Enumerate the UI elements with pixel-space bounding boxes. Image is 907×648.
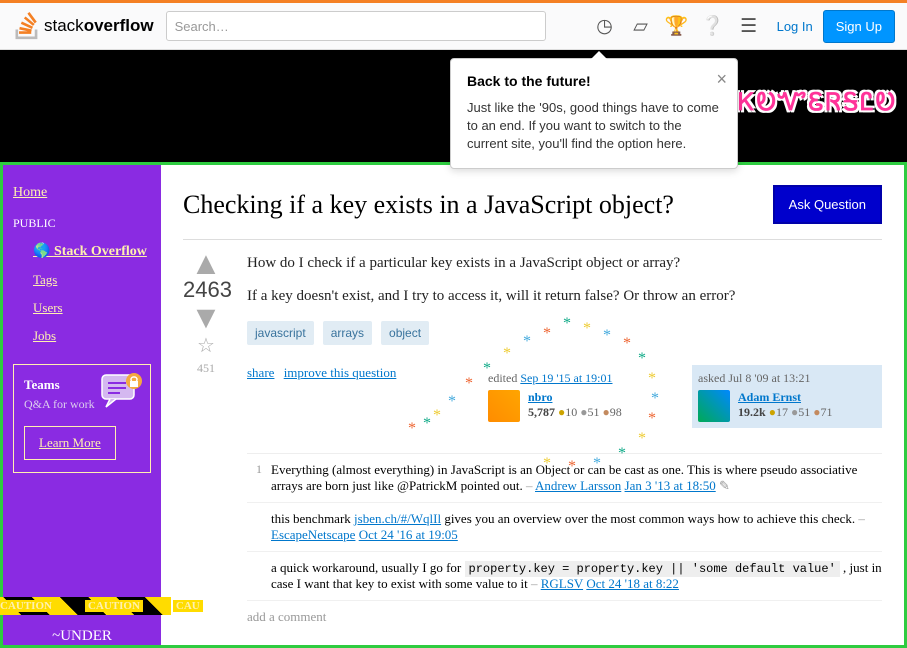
comment-score: 1 xyxy=(247,462,271,494)
sidebar-tags[interactable]: Tags xyxy=(33,272,151,288)
main-content: Checking if a key exists in a JavaScript… xyxy=(161,165,904,645)
close-icon[interactable]: × xyxy=(716,69,727,90)
comment: this benchmark jsben.ch/#/WqlIl gives yo… xyxy=(247,503,882,552)
add-comment-link[interactable]: add a comment xyxy=(247,609,882,625)
vote-column: ▲ 2463 ▼ ☆ 451 xyxy=(183,255,229,625)
teams-box: Teams Q&A for work Learn More xyxy=(13,364,151,473)
logo-text: stackoverflow xyxy=(44,16,154,36)
comment: 1 Everything (almost everything) in Java… xyxy=(247,454,882,503)
favorite-count: 451 xyxy=(183,361,229,376)
ask-question-button[interactable]: Ask Question xyxy=(773,185,882,224)
avatar[interactable] xyxy=(698,390,730,422)
question-title: Checking if a key exists in a JavaScript… xyxy=(183,190,755,220)
edit-icon[interactable]: ✎ xyxy=(719,478,730,493)
tag-list: javascript arrays object xyxy=(247,321,882,345)
teams-chat-icon xyxy=(100,371,144,411)
sidebar-home[interactable]: Home xyxy=(13,185,151,201)
trophy-icon[interactable]: 🏆 xyxy=(659,8,695,44)
left-sidebar: Home PUBLIC 🌎 Stack Overflow Tags Users … xyxy=(3,165,161,645)
learn-more-button[interactable]: Learn More xyxy=(24,426,116,460)
under-construction: ~UNDER xyxy=(3,628,161,645)
recent-icon[interactable]: ◷ xyxy=(587,8,623,44)
retro-logo-text: ᏦᎧᏉᏋᏒᎦᏝᎧ xyxy=(738,90,897,117)
sidebar-users[interactable]: Users xyxy=(33,300,151,316)
so-logo-icon xyxy=(12,12,40,40)
tooltip-title: Back to the future! xyxy=(467,73,721,89)
comment-author-link[interactable]: EscapeNetscape xyxy=(271,527,355,542)
edit-time-link[interactable]: Sep 19 '15 at 19:01 xyxy=(520,371,612,385)
comment-time-link[interactable]: Oct 24 '16 at 19:05 xyxy=(359,527,458,542)
question-paragraph: If a key doesn't exist, and I try to acc… xyxy=(247,288,882,305)
retro-banner: ᏦᎧᏉᏋᏒᎦᏝᎧ × Back to the future! Just like… xyxy=(0,50,907,162)
login-link[interactable]: Log In xyxy=(777,19,813,34)
back-to-future-tooltip: × Back to the future! Just like the '90s… xyxy=(450,58,738,169)
sidebar-stackoverflow[interactable]: 🌎 Stack Overflow xyxy=(33,243,151,260)
asker-card: asked Jul 8 '09 at 13:21 Adam Ernst 19.2… xyxy=(692,365,882,428)
comment-time-link[interactable]: Jan 3 '13 at 18:50 xyxy=(625,478,716,493)
action-links: share improve this question xyxy=(247,365,402,381)
caution-tape: CAUTION CAUTION CAU xyxy=(0,597,171,615)
comments-list: 1 Everything (almost everything) in Java… xyxy=(247,453,882,601)
question-paragraph: How do I check if a particular key exist… xyxy=(247,255,882,272)
menu-icon[interactable]: ☰ xyxy=(731,8,767,44)
comment: a quick workaround, usually I go for pro… xyxy=(247,552,882,601)
comment-author-link[interactable]: Andrew Larsson xyxy=(535,478,621,493)
comment-author-link[interactable]: RGLSV xyxy=(541,576,583,591)
tooltip-body: Just like the '90s, good things have to … xyxy=(467,99,721,154)
comment-score xyxy=(247,511,271,543)
avatar[interactable] xyxy=(488,390,520,422)
asker-name-link[interactable]: Adam Ernst xyxy=(738,390,801,404)
downvote-icon[interactable]: ▼ xyxy=(183,309,229,325)
help-icon[interactable]: ❔ xyxy=(695,8,731,44)
tag-arrays[interactable]: arrays xyxy=(323,321,372,345)
comment-time-link[interactable]: Oct 24 '18 at 8:22 xyxy=(586,576,679,591)
inbox-icon[interactable]: ▱ xyxy=(623,8,659,44)
editor-name-link[interactable]: nbro xyxy=(528,390,552,404)
comment-score xyxy=(247,560,271,592)
share-link[interactable]: share xyxy=(247,365,274,380)
improve-link[interactable]: improve this question xyxy=(284,365,397,380)
search-input[interactable]: Search… xyxy=(166,11,546,41)
top-header: stackoverflow Search… ◷ ▱ 🏆 ❔ ☰ Log In S… xyxy=(0,3,907,50)
favorite-icon[interactable]: ☆ xyxy=(183,333,229,358)
tag-object[interactable]: object xyxy=(381,321,429,345)
signup-button[interactable]: Sign Up xyxy=(823,10,895,43)
benchmark-link[interactable]: jsben.ch/#/WqlIl xyxy=(354,511,441,526)
so-logo[interactable]: stackoverflow xyxy=(12,12,154,40)
upvote-icon[interactable]: ▲ xyxy=(183,255,229,271)
sidebar-public-label: PUBLIC xyxy=(13,216,151,231)
sidebar-jobs[interactable]: Jobs xyxy=(33,328,151,344)
editor-card: edited Sep 19 '15 at 19:01 nbro 5,787 ●1… xyxy=(482,365,672,428)
tag-javascript[interactable]: javascript xyxy=(247,321,314,345)
